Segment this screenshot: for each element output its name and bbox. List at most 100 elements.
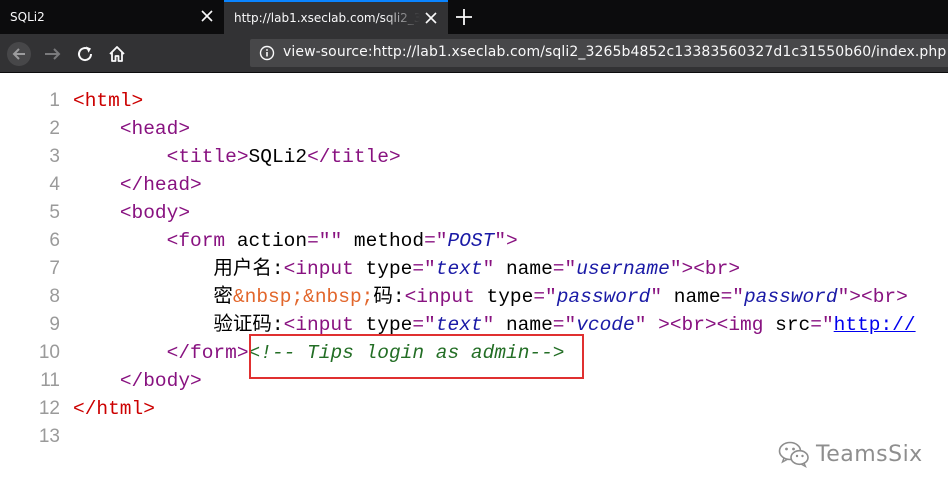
source-token: </html> bbox=[73, 398, 155, 420]
tab-sqli2[interactable]: SQLi2 bbox=[0, 0, 224, 34]
source-code: </html> bbox=[73, 395, 155, 423]
source-token: vcode bbox=[576, 314, 635, 336]
source-token bbox=[73, 370, 120, 392]
tab-close-icon[interactable] bbox=[424, 11, 438, 25]
info-icon[interactable] bbox=[259, 45, 275, 61]
source-token: <input bbox=[283, 314, 366, 336]
source-token: " bbox=[482, 258, 506, 280]
source-token: =" bbox=[412, 314, 436, 336]
source-token: type bbox=[365, 258, 413, 280]
source-token: " > bbox=[634, 314, 670, 336]
home-button[interactable] bbox=[104, 41, 130, 67]
source-token: text bbox=[435, 258, 483, 280]
source-code: <title>SQLi2</title> bbox=[73, 143, 401, 171]
source-token: "> bbox=[837, 286, 861, 308]
source-token: <br> bbox=[693, 258, 741, 280]
address-bar[interactable]: view-source:http://lab1.xseclab.com/sqli… bbox=[250, 39, 948, 67]
tab-view-source[interactable]: http://lab1.xseclab.com/sqli2_3265b4852c… bbox=[224, 0, 448, 34]
tab-strip: SQLi2 http://lab1.xseclab.com/sqli2_3265… bbox=[0, 0, 948, 34]
plus-icon bbox=[456, 9, 472, 25]
source-token: 验证码: bbox=[73, 314, 284, 336]
source-token: <input bbox=[283, 258, 366, 280]
source-line: 2 <head> bbox=[0, 115, 948, 143]
source-token: "> bbox=[669, 258, 694, 280]
source-code: </body> bbox=[73, 367, 202, 395]
source-code: <form action="" method="POST"> bbox=[73, 227, 518, 255]
source-token: <br> bbox=[861, 286, 908, 308]
source-token: =" bbox=[552, 258, 577, 280]
source-token: <html> bbox=[73, 90, 144, 112]
source-line: 4 </head> bbox=[0, 171, 948, 199]
source-token: username bbox=[576, 258, 670, 280]
source-line: 5 <body> bbox=[0, 199, 948, 227]
source-token bbox=[73, 118, 120, 140]
source-token bbox=[73, 230, 167, 252]
comment-highlight-box bbox=[249, 334, 584, 379]
line-number: 4 bbox=[49, 174, 60, 195]
source-line: 8 密&nbsp;&nbsp;码:<input type="password" … bbox=[0, 283, 948, 311]
source-token: name bbox=[505, 314, 553, 336]
tab-title: SQLi2 bbox=[10, 10, 45, 24]
source-token bbox=[73, 342, 167, 364]
source-link[interactable]: http:// bbox=[834, 314, 916, 336]
url-text[interactable]: view-source:http://lab1.xseclab.com/sqli… bbox=[283, 44, 946, 60]
navigation-toolbar: view-source:http://lab1.xseclab.com/sqli… bbox=[0, 34, 948, 73]
forward-button[interactable] bbox=[40, 41, 66, 67]
tab-close-icon[interactable] bbox=[200, 9, 214, 23]
source-token: =" bbox=[307, 230, 331, 252]
source-token bbox=[73, 174, 120, 196]
source-token: text bbox=[435, 314, 483, 336]
source-code: <body> bbox=[73, 199, 190, 227]
source-token: </title> bbox=[307, 146, 401, 168]
source-code: 用户名:<input type="text" name="username"><… bbox=[73, 255, 740, 283]
source-code: <html> bbox=[73, 87, 143, 115]
source-token: 用户名: bbox=[73, 258, 284, 280]
line-number: 10 bbox=[38, 342, 60, 363]
source-token bbox=[73, 202, 120, 224]
source-token: =" bbox=[810, 314, 834, 336]
source-token: <title> bbox=[166, 146, 249, 168]
source-token: SQLi2 bbox=[248, 146, 308, 168]
source-token: action bbox=[236, 230, 308, 252]
source-token: src bbox=[775, 314, 811, 336]
source-token: 密 bbox=[73, 286, 233, 308]
source-token: <body> bbox=[119, 202, 191, 224]
source-token: password bbox=[556, 286, 651, 308]
source-token: 码: bbox=[373, 286, 405, 308]
line-number: 6 bbox=[49, 230, 60, 251]
line-number: 11 bbox=[40, 370, 60, 391]
line-number: 9 bbox=[49, 314, 60, 335]
source-line: 7 用户名:<input type="text" name="username"… bbox=[0, 255, 948, 283]
source-token: password bbox=[743, 286, 838, 308]
reload-button[interactable] bbox=[72, 41, 98, 67]
source-token: =" bbox=[424, 230, 448, 252]
source-token: " bbox=[482, 314, 506, 336]
tab-title: http://lab1.xseclab.com/sqli2_3265b4852c… bbox=[234, 11, 420, 25]
wechat-icon bbox=[778, 441, 809, 468]
line-number: 1 bbox=[49, 90, 60, 111]
source-token: =" bbox=[533, 286, 557, 308]
source-token: POST bbox=[447, 230, 495, 252]
source-token: <form bbox=[166, 230, 237, 252]
source-token: name bbox=[673, 286, 721, 308]
source-token: method bbox=[353, 230, 425, 252]
source-token: " bbox=[650, 286, 674, 308]
source-line: 12 </html> bbox=[0, 395, 948, 423]
source-token: " bbox=[330, 230, 354, 252]
source-token: </form> bbox=[166, 342, 249, 364]
source-line: 6 <form action="" method="POST"> bbox=[0, 227, 948, 255]
back-button[interactable] bbox=[6, 41, 32, 67]
line-number: 8 bbox=[49, 286, 60, 307]
line-number: 7 bbox=[49, 258, 60, 279]
source-token: =" bbox=[552, 314, 577, 336]
source-token: name bbox=[505, 258, 553, 280]
source-line: 1 <html> bbox=[0, 87, 948, 115]
watermark-text: TeamsSix bbox=[816, 441, 923, 467]
line-number: 5 bbox=[49, 202, 60, 223]
source-view: 1 <html> 2 <head> 3 <title>SQLi2</title> 4 <… bbox=[0, 87, 948, 451]
new-tab-button[interactable] bbox=[453, 6, 475, 28]
line-number: 12 bbox=[38, 398, 60, 419]
source-line: 3 <title>SQLi2</title> bbox=[0, 143, 948, 171]
source-code: <head> bbox=[73, 115, 190, 143]
source-token: type bbox=[365, 314, 413, 336]
